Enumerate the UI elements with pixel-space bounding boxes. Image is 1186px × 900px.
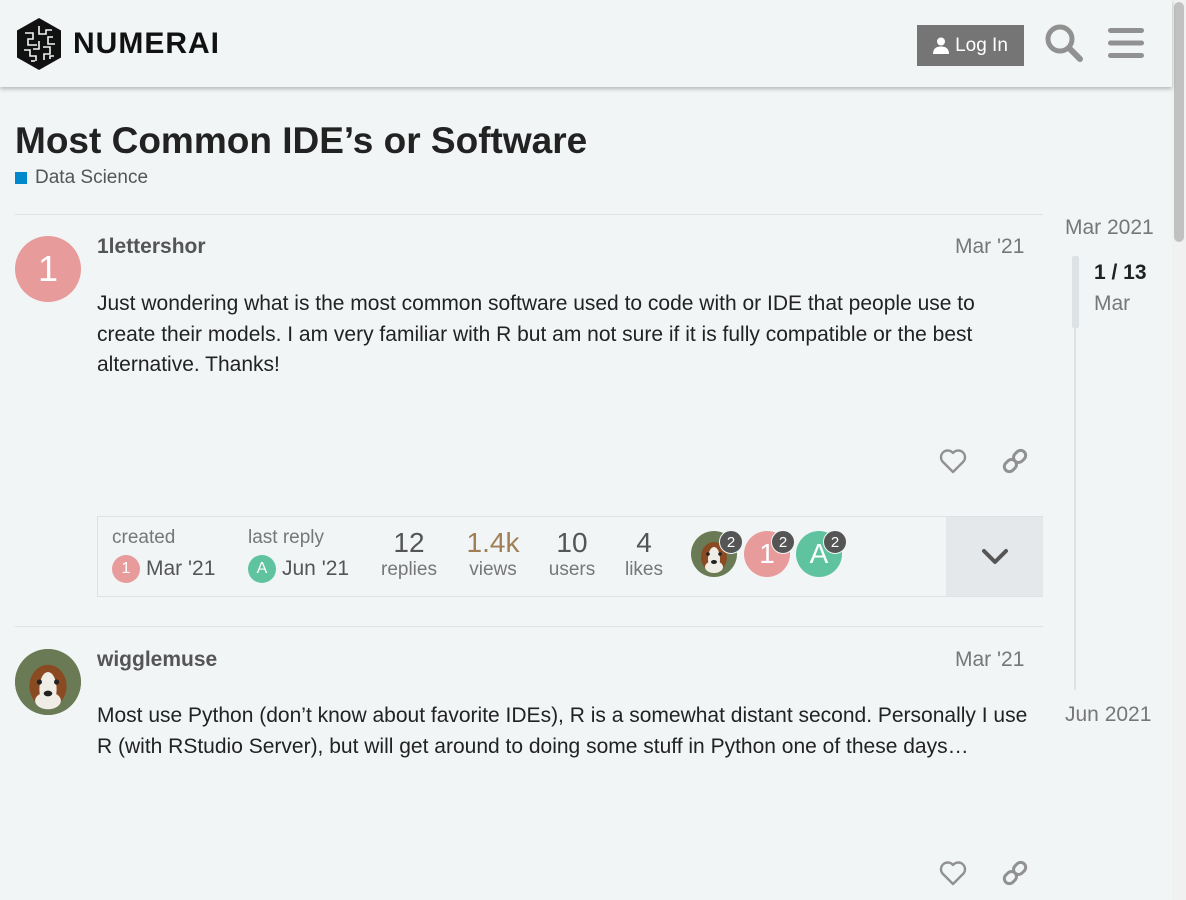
post-body: Just wondering what is the most common s… [97,292,975,376]
created-date: Mar '21 [146,557,216,580]
like-icon[interactable] [938,446,968,476]
participant-post-count: 2 [823,530,847,554]
timeline-position: 1 / 13 [1094,261,1147,284]
chevron-down-icon [981,548,1008,564]
post-date[interactable]: Mar '21 [955,235,1024,259]
post-date[interactable]: Mar '21 [955,648,1024,672]
last-reply-section[interactable]: last reply A Jun '21 [248,527,349,583]
views-stat: 1.4k views [462,527,524,581]
user-icon [933,37,950,54]
post-body: Most use Python (don’t know about favori… [97,704,1028,758]
divider [15,214,1043,215]
numerai-logo-icon [17,18,61,70]
created-avatar: 1 [112,555,140,583]
brand-name: NUMERAI [73,27,220,60]
expand-topic-map-button[interactable] [946,517,1043,596]
dog-avatar-image [15,649,81,715]
participant-post-count: 2 [771,530,795,554]
last-reply-date: Jun '21 [282,557,350,580]
users-count: 10 [556,527,588,558]
avatar-letter: 1 [37,248,59,289]
users-stat: 10 users [544,527,600,581]
likes-label: likes [624,559,663,580]
participant-post-count: 2 [719,530,743,554]
last-reply-avatar: A [248,555,276,583]
replies-stat: 12 replies [378,527,440,581]
divider [15,626,1043,627]
login-label: Log In [955,34,1008,56]
topic-title[interactable]: Most Common IDE’s or Software [15,120,587,162]
topic-map: created 1 Mar '21 last reply A Jun '21 12 … [97,516,1043,597]
replies-count: 12 [393,527,425,558]
created-label: created [112,527,176,548]
post-username[interactable]: 1lettershor [97,235,206,259]
timeline-start-date[interactable]: Mar 2021 [1065,216,1154,240]
users-label: users [548,559,596,580]
page-scrollbar[interactable] [1172,0,1186,900]
copy-link-icon[interactable] [1000,858,1030,888]
post-username[interactable]: wigglemuse [97,648,217,672]
views-count: 1.4k [466,527,520,558]
category-color-square [15,172,27,184]
category-badge[interactable]: Data Science [15,167,148,189]
scrollbar-thumb[interactable] [1174,2,1184,242]
login-button[interactable]: Log In [917,25,1024,66]
like-icon[interactable] [938,858,968,888]
timeline-month: Mar [1094,292,1131,315]
post-avatar[interactable] [15,649,81,715]
copy-link-icon[interactable] [1000,446,1030,476]
search-icon[interactable] [1043,22,1085,64]
timeline-handle[interactable] [1072,256,1079,328]
category-name: Data Science [35,167,149,188]
last-reply-label: last reply [248,527,325,548]
site-logo[interactable]: NUMERAI [15,17,220,71]
hamburger-menu-icon[interactable] [1105,22,1147,64]
site-header: NUMERAI Log In [0,0,1172,87]
views-label: views [469,559,517,580]
likes-count: 4 [636,527,652,558]
created-section[interactable]: created 1 Mar '21 [112,527,215,583]
timeline-end-date[interactable]: Jun 2021 [1065,703,1151,727]
replies-label: replies [381,559,437,580]
post-avatar[interactable]: 1 [15,236,81,302]
likes-stat: 4 likes [620,527,668,581]
